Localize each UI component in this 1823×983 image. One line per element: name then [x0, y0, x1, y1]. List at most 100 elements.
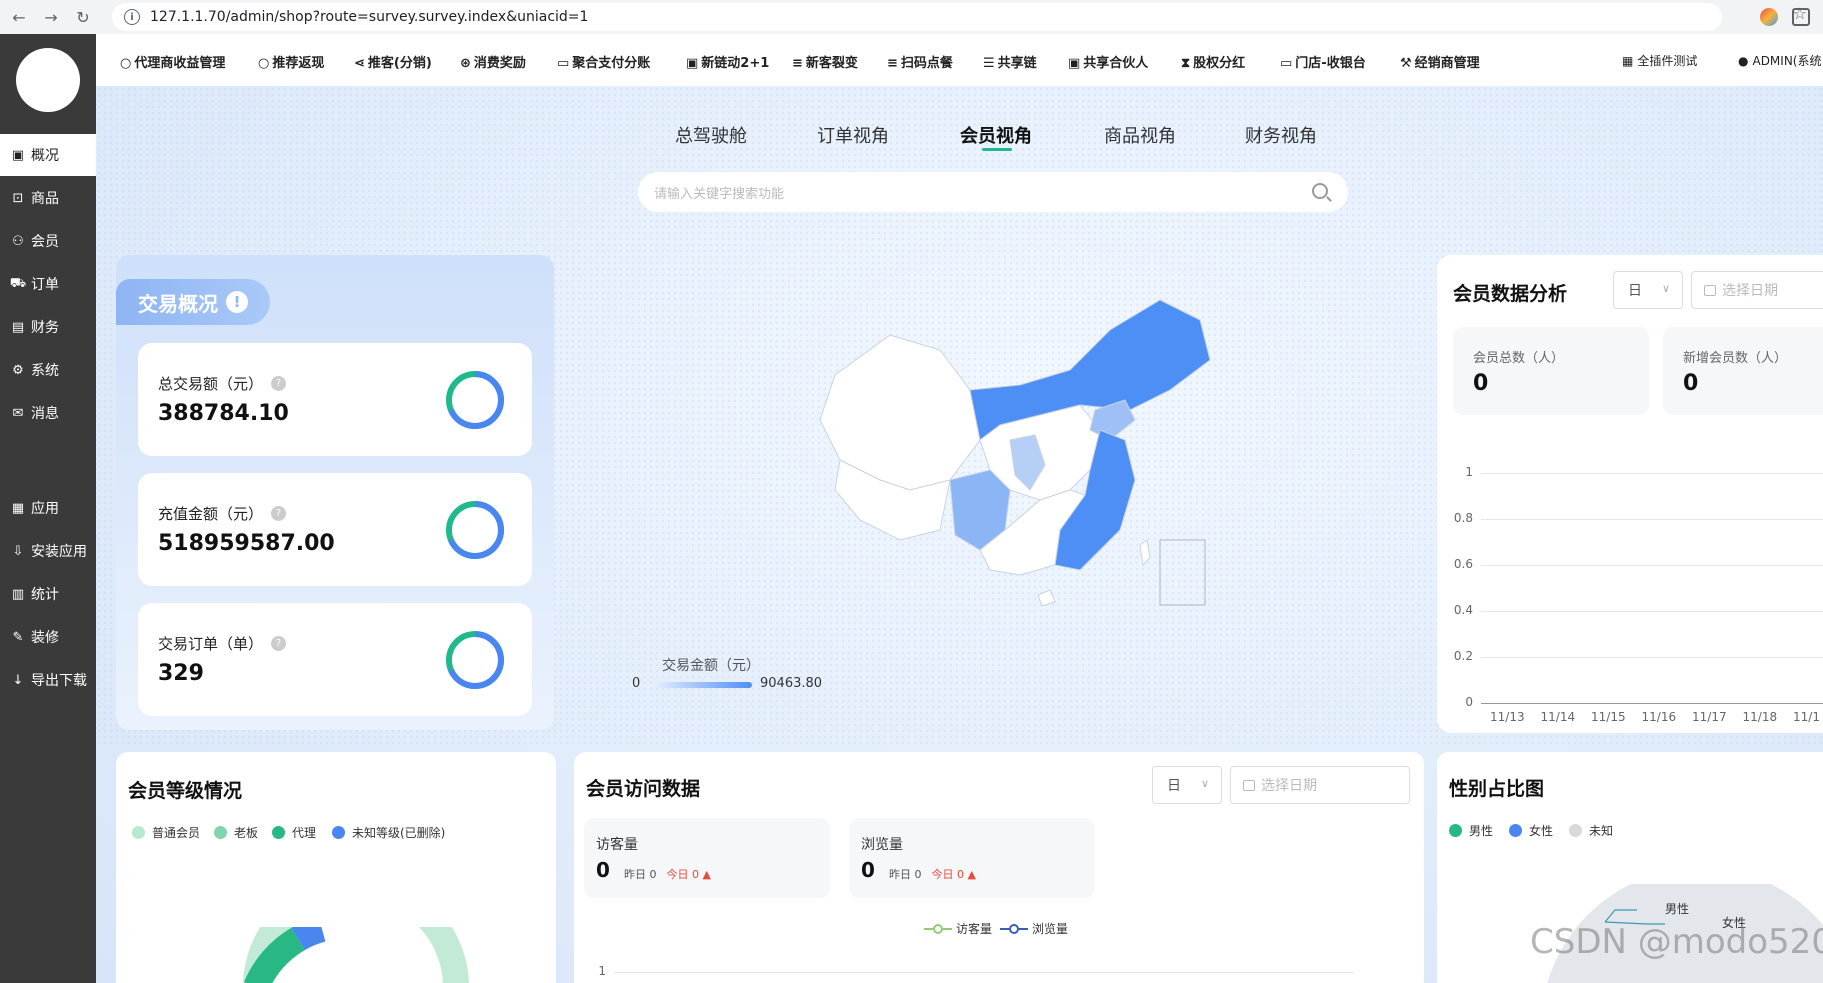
sidebar-item-8[interactable]: ⇩ 安装应用 — [0, 530, 96, 572]
view-tab-2[interactable]: 会员视角 — [960, 122, 1032, 148]
legend-line-pageviews-icon — [1000, 923, 1028, 934]
gender-legend-item-0[interactable]: 男性 — [1449, 822, 1493, 839]
menu-item-icon: ☰ — [983, 56, 995, 71]
sidebar-item-2[interactable]: ⚇ 会员 — [0, 220, 96, 262]
stats-icon: ▥ — [11, 586, 25, 602]
top-menu-item-8[interactable]: ☰ 共享链 — [983, 52, 1037, 71]
watermark: CSDN @modo520 — [1530, 922, 1823, 962]
search-icon[interactable] — [1312, 183, 1328, 199]
top-menu-item-12[interactable]: ⚒ 经销商管理 — [1400, 52, 1480, 71]
member-level-donut[interactable] — [236, 927, 476, 983]
sidebar-item-11[interactable]: ↓ 导出下载 — [0, 659, 96, 701]
member-chart-ytick: 0.4 — [1453, 603, 1473, 617]
menu-item-icon: ○ — [120, 56, 132, 71]
menu-item-icon: ≡ — [887, 56, 898, 71]
sidebar-item-10[interactable]: ✎ 装修 — [0, 616, 96, 658]
sidebar-item-7[interactable]: ▦ 应用 — [0, 487, 96, 529]
reload-icon[interactable]: ↻ — [70, 4, 96, 30]
member-chart-ytick: 0.2 — [1453, 649, 1473, 663]
top-menu-item-3[interactable]: ⊛ 消费奖励 — [460, 52, 526, 71]
menu-item-icon: ▣ — [686, 56, 699, 71]
legend-dot-icon — [332, 826, 345, 839]
transaction-stat-0: 总交易额（元）? 388784.10 — [138, 343, 532, 456]
gender-legend-item-2[interactable]: 未知 — [1569, 822, 1613, 839]
top-menu-item-10[interactable]: ⧗ 股权分红 — [1181, 52, 1245, 71]
sidebar-item-label: 安装应用 — [31, 544, 87, 560]
view-tab-4[interactable]: 财务视角 — [1245, 122, 1317, 148]
transaction-overview-card: 交易概况 ! 总交易额（元）? 388784.10 充值金额（元）? 51895958… — [116, 255, 554, 730]
menu-item-icon: ▣ — [1068, 56, 1081, 71]
sidebar-item-3[interactable]: ⛟ 订单 — [0, 263, 96, 305]
shop-logo[interactable] — [16, 48, 80, 112]
legend-dot-icon — [1569, 824, 1582, 837]
sidebar-item-label: 概况 — [31, 148, 59, 164]
sidebar-item-label: 应用 — [31, 501, 59, 517]
member-chart-xtick: 11/1 — [1793, 710, 1820, 724]
top-menu-item-7[interactable]: ≡ 扫码点餐 — [887, 52, 953, 71]
top-menu-item-4[interactable]: ▭ 聚合支付分账 — [557, 52, 650, 71]
level-legend-item-2[interactable]: 代理 — [272, 824, 316, 841]
china-map[interactable] — [740, 290, 1240, 650]
top-menu-item-11[interactable]: ▭ 门店-收银台 — [1280, 52, 1366, 71]
top-menu-item-6[interactable]: ≡ 新客裂变 — [792, 52, 858, 71]
calendar-icon — [1704, 284, 1716, 296]
map-legend-gradient[interactable] — [652, 682, 752, 688]
extensions-puzzle-icon[interactable] — [1792, 8, 1810, 26]
plugin-test-link[interactable]: ▦ 全插件测试 — [1622, 52, 1697, 69]
users-icon: ⚇ — [12, 233, 24, 249]
address-bar[interactable]: i 127.1.1.70/admin/shop?route=survey.sur… — [112, 3, 1722, 31]
top-menu-item-2[interactable]: ⋖ 推客(分销) — [354, 52, 432, 71]
level-legend-item-0[interactable]: 普通会员 — [132, 824, 200, 841]
menu-item-icon: ⚒ — [1400, 56, 1412, 71]
view-tab-1[interactable]: 订单视角 — [817, 122, 889, 148]
visits-period-select[interactable]: 日 ∨ — [1152, 766, 1222, 804]
member-chart-ytick: 0 — [1465, 695, 1473, 709]
back-icon[interactable]: ← — [6, 4, 32, 30]
legend-visitors[interactable]: 访客量 — [924, 920, 992, 937]
visit-stat-0: 访客量 0 昨日 0 今日 0 ▲ — [584, 818, 830, 898]
top-menu-item-1[interactable]: ○ 推荐返现 — [258, 52, 324, 71]
legend-pageviews[interactable]: 浏览量 — [1000, 920, 1068, 937]
extension-icon[interactable] — [1760, 8, 1778, 26]
visit-stat-1: 浏览量 0 昨日 0 今日 0 ▲ — [849, 818, 1095, 898]
top-menu-item-9[interactable]: ▣ 共享合伙人 — [1068, 52, 1148, 71]
transaction-stat-value: 518959587.00 — [158, 531, 335, 556]
member-period-select[interactable]: 日 ∨ — [1613, 271, 1683, 309]
view-tab-0[interactable]: 总驾驶舱 — [675, 122, 747, 148]
sidebar-item-9[interactable]: ▥ 统计 — [0, 573, 96, 615]
brush-icon: ✎ — [12, 629, 24, 645]
help-icon[interactable]: ? — [271, 506, 287, 521]
top-menu-item-0[interactable]: ○ 代理商收益管理 — [120, 52, 225, 71]
level-legend-item-3[interactable]: 未知等级(已删除) — [332, 824, 445, 841]
help-icon[interactable]: ? — [271, 376, 287, 391]
info-icon[interactable]: ! — [226, 291, 248, 313]
admin-user-menu[interactable]: ● ADMIN(系统 — [1738, 52, 1822, 69]
member-chart-ytick: 0.8 — [1453, 511, 1473, 525]
level-legend-item-1[interactable]: 老板 — [214, 824, 258, 841]
forward-icon[interactable]: → — [38, 4, 64, 30]
member-date-picker[interactable]: 选择日期 — [1691, 271, 1823, 309]
visits-date-picker[interactable]: 选择日期 — [1230, 766, 1410, 804]
chart-icon: ▣ — [11, 147, 25, 163]
help-icon[interactable]: ? — [271, 636, 287, 651]
menu-item-icon: ○ — [258, 56, 270, 71]
download-icon: ↓ — [12, 672, 24, 688]
browser-toolbar: ← → ↻ i 127.1.1.70/admin/shop?route=surv… — [0, 0, 1823, 34]
sidebar-item-label: 财务 — [31, 320, 59, 336]
sidebar-item-4[interactable]: ▤ 财务 — [0, 306, 96, 348]
sidebar-item-1[interactable]: ⊡ 商品 — [0, 177, 96, 219]
member-level-title: 会员等级情况 — [128, 780, 243, 802]
sidebar-item-0[interactable]: ▣ 概况 — [0, 134, 96, 176]
search-placeholder: 请输入关键字搜索功能 — [654, 186, 785, 202]
gender-legend-item-1[interactable]: 女性 — [1509, 822, 1553, 839]
site-info-icon[interactable]: i — [124, 9, 140, 25]
feature-search-input[interactable]: 请输入关键字搜索功能 — [638, 172, 1348, 212]
top-menu-item-5[interactable]: ▣ 新链动2+1 — [686, 52, 769, 71]
sidebar-item-5[interactable]: ⚙ 系统 — [0, 349, 96, 391]
legend-dot-icon — [132, 826, 145, 839]
member-chart-ytick: 0.6 — [1453, 557, 1473, 571]
sidebar-item-6[interactable]: ✉ 消息 — [0, 392, 96, 434]
view-tab-3[interactable]: 商品视角 — [1104, 122, 1176, 148]
sidebar-item-label: 系统 — [31, 363, 59, 379]
active-tab-indicator — [982, 148, 1012, 151]
